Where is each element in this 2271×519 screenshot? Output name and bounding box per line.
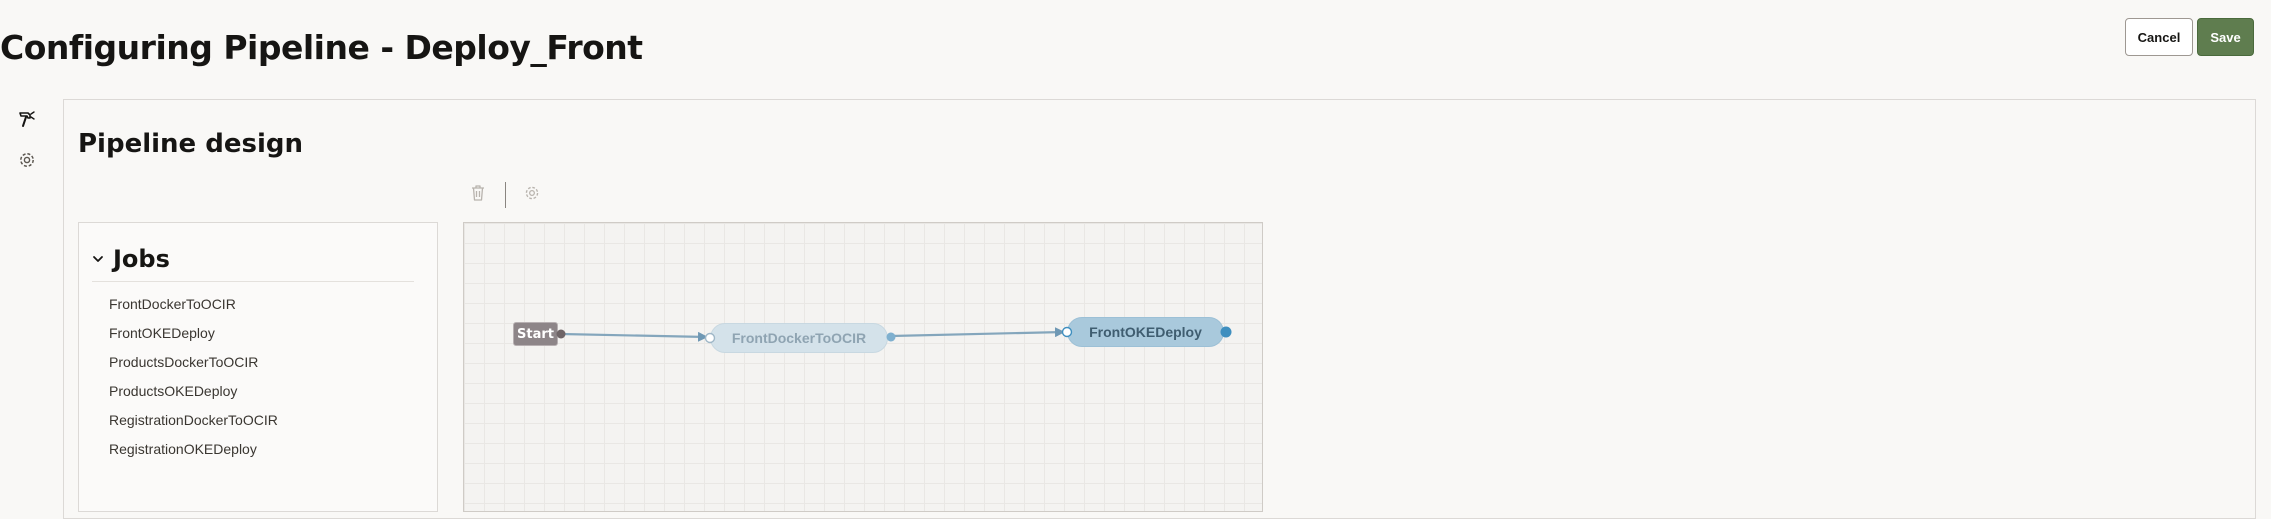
node-connectors	[556, 326, 1232, 344]
start-output-connector[interactable]	[556, 329, 566, 339]
frontoke-input-connector[interactable]	[1061, 326, 1073, 338]
frontdocker-output-connector[interactable]	[886, 332, 896, 342]
frontdocker-input-connector[interactable]	[704, 332, 716, 344]
frontoke-output-connector[interactable]	[1220, 326, 1232, 338]
